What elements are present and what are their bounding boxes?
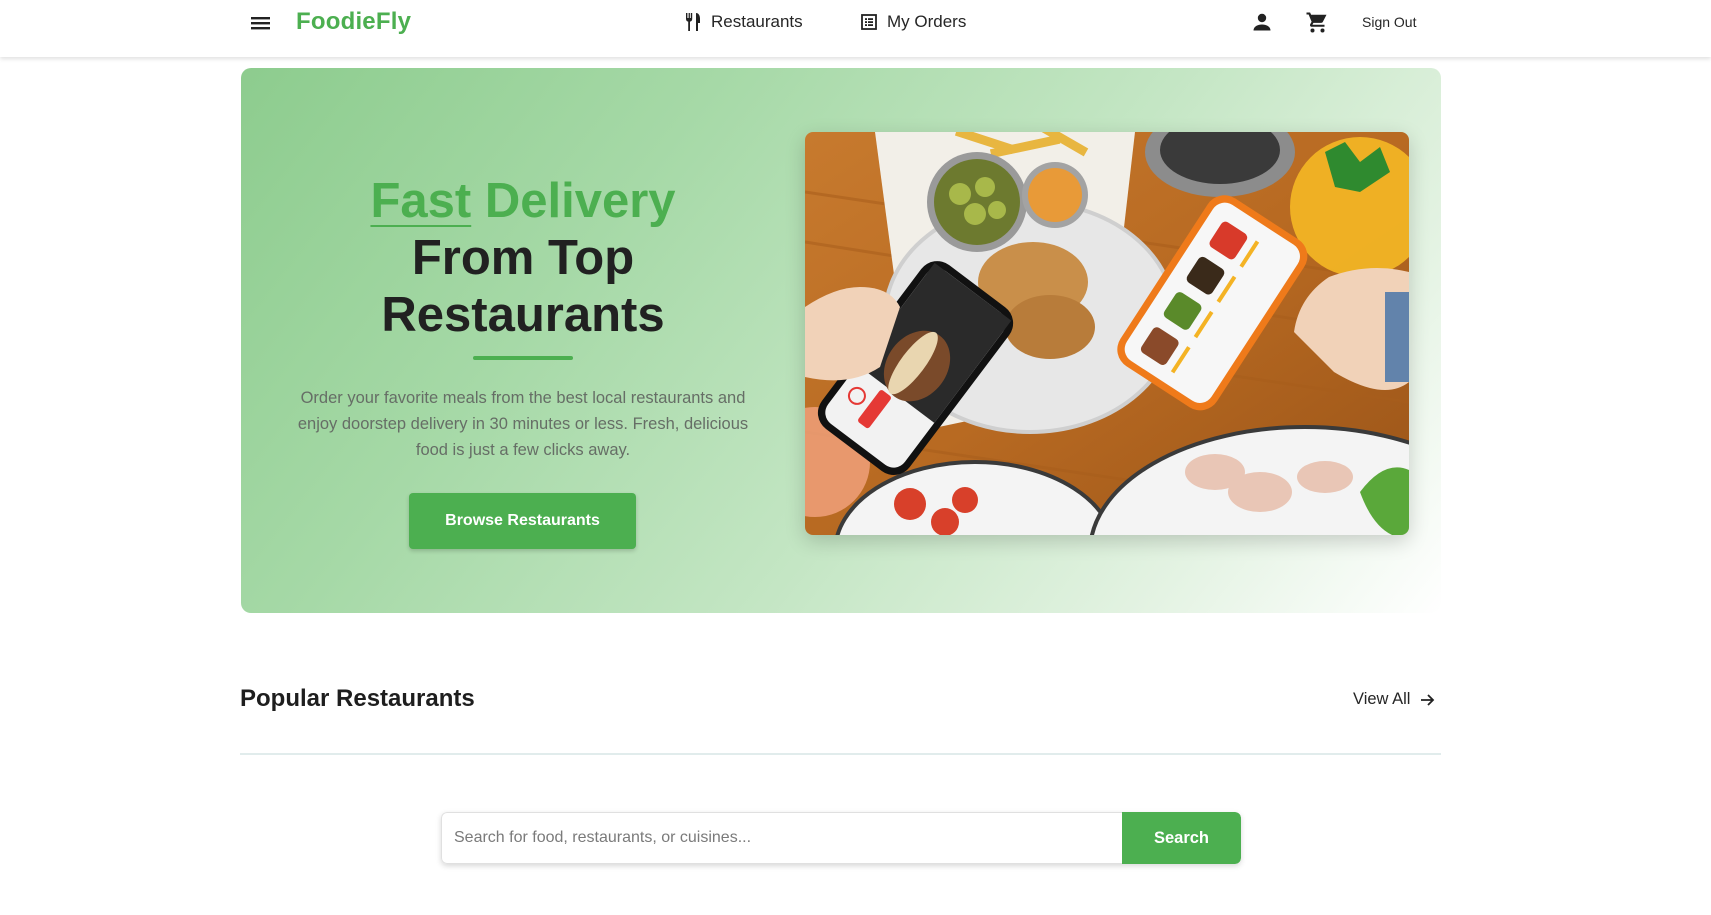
receipt-list-icon (861, 14, 877, 30)
top-app-bar: FoodieFly Restaurants My Orders Sign Out (0, 0, 1711, 57)
search-input[interactable] (441, 812, 1122, 864)
person-icon (1253, 13, 1271, 31)
hero-title: Fast Delivery From Top Restaurants (241, 173, 805, 344)
sign-out-button[interactable]: Sign Out (1362, 0, 1416, 44)
browse-restaurants-button[interactable]: Browse Restaurants (409, 493, 636, 549)
brand-logo[interactable]: FoodieFly (296, 8, 411, 36)
hero-title-line2: From Top (411, 231, 635, 285)
food-delivery-illustration (805, 132, 1409, 535)
shopping-cart-icon (1306, 12, 1327, 33)
arrow-right-icon (1421, 693, 1435, 706)
account-button[interactable] (1249, 9, 1275, 35)
search-bar: Search (441, 812, 1241, 864)
hero-text-block: Fast Delivery From Top Restaurants Order… (241, 68, 805, 613)
nav-restaurants-link[interactable]: Restaurants (684, 0, 803, 44)
hero-accent-line (473, 356, 573, 360)
hero-title-fast: Fast (370, 174, 472, 228)
popular-restaurants-heading: Popular Restaurants (240, 685, 475, 712)
menu-button[interactable] (248, 12, 274, 34)
section-divider (240, 753, 1441, 755)
search-button[interactable]: Search (1122, 812, 1241, 864)
nav-restaurants-label: Restaurants (711, 12, 803, 31)
cart-button[interactable] (1304, 9, 1330, 35)
nav-orders-link[interactable]: My Orders (860, 0, 966, 44)
nav-orders-label: My Orders (887, 12, 967, 31)
cutlery-icon (686, 13, 700, 31)
hero-title-delivery: Delivery (484, 174, 676, 228)
hero-title-line3: Restaurants (381, 288, 665, 342)
hero-food-photo (805, 132, 1409, 535)
hero-description: Order your favorite meals from the best … (297, 389, 749, 459)
menu-icon (251, 17, 270, 30)
view-all-link[interactable]: View All (1353, 690, 1436, 709)
view-all-label: View All (1353, 690, 1411, 708)
hero-banner: Fast Delivery From Top Restaurants Order… (241, 68, 1441, 613)
